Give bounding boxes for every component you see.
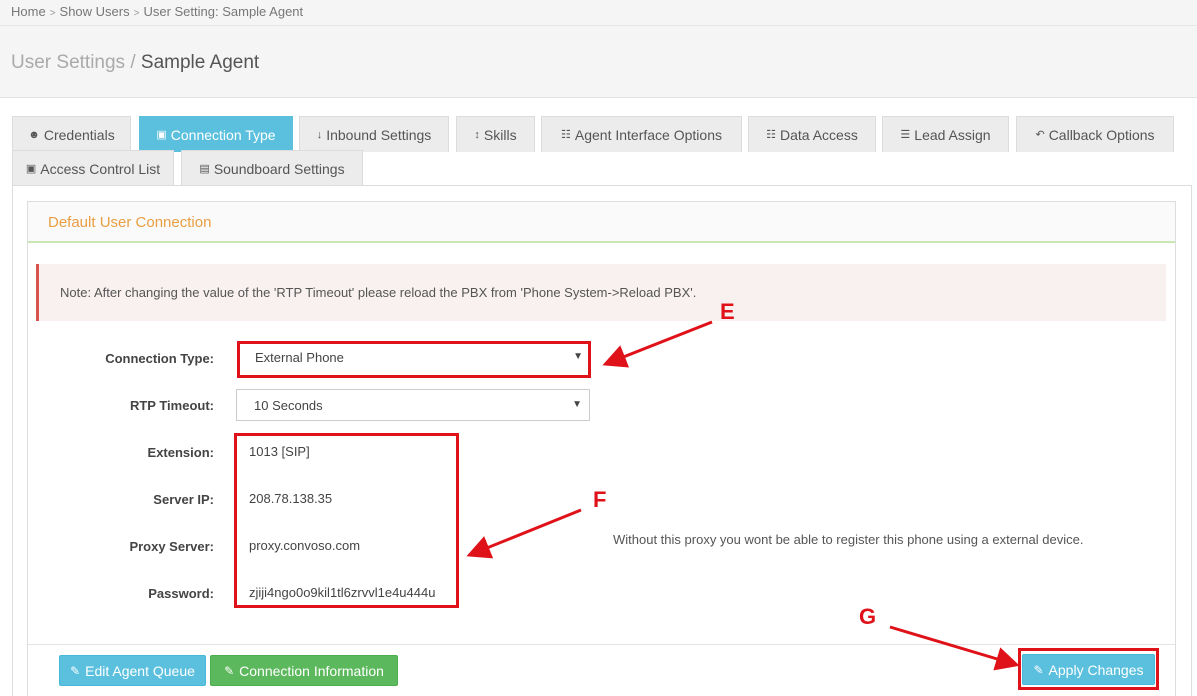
annotation-arrow-f	[466, 508, 582, 559]
annotation-arrow-e	[602, 320, 713, 368]
annotation-arrows	[466, 320, 1020, 671]
annotation-arrow-g	[889, 625, 1020, 671]
